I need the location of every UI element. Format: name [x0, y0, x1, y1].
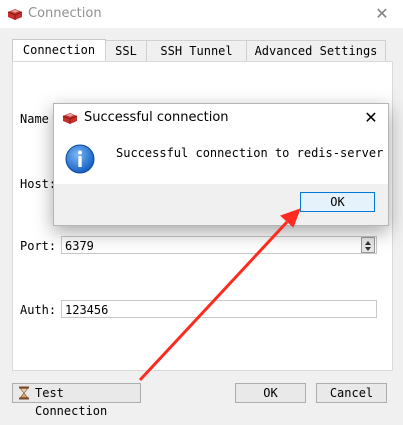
annotation-arrow — [138, 208, 301, 382]
arrow-shaft — [138, 220, 289, 382]
